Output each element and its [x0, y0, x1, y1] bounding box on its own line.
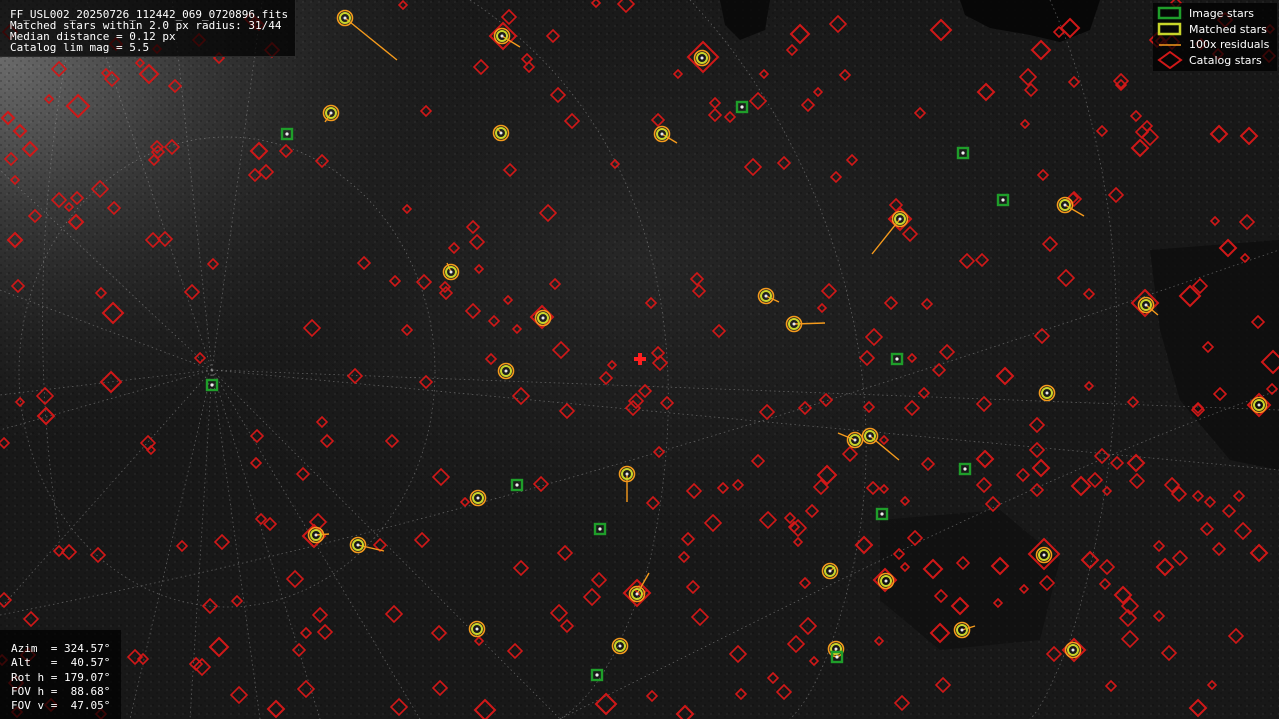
legend-image-stars: Image stars — [1153, 6, 1277, 21]
legend-catalog-stars: Catalog stars — [1153, 51, 1277, 69]
yellow-circle-icon — [307, 526, 325, 544]
yellow-circle-icon — [468, 620, 486, 638]
yellow-circle-icon — [877, 572, 895, 590]
legend-catalog-stars-label: Catalog stars — [1189, 54, 1262, 67]
orange-line-icon — [1159, 44, 1181, 46]
yellow-circle-icon — [1250, 396, 1268, 414]
legend-residuals: 100x residuals — [1153, 37, 1277, 52]
yellow-circle-icon — [846, 431, 864, 449]
yellow-circle-icon — [1038, 384, 1056, 402]
yellow-circle-icon — [336, 9, 354, 27]
legend: Image stars Matched stars 100x residuals… — [1153, 3, 1277, 71]
yellow-circle-icon — [861, 427, 879, 445]
azimuth-readout: Azim = 324.57° — [11, 642, 111, 655]
yellow-circle-icon — [349, 536, 367, 554]
yellow-circle-icon — [653, 125, 671, 143]
yellow-circle-icon — [322, 104, 340, 122]
red-diamond-icon — [1157, 51, 1183, 69]
pointing-info-box: Azim = 324.57° Alt = 40.57° Rot h = 179.… — [0, 630, 121, 719]
yellow-circle-icon — [628, 585, 646, 603]
altitude-readout: Alt = 40.57° — [11, 656, 111, 670]
yellow-circle-icon — [821, 562, 839, 580]
yellow-circle-icon — [757, 287, 775, 305]
yellow-circle-icon — [493, 27, 511, 45]
fov-v-readout: FOV v = 47.05° — [11, 699, 111, 713]
yellow-circle-icon — [1157, 22, 1182, 36]
yellow-circle-icon — [442, 263, 460, 281]
yellow-circle-icon — [693, 49, 711, 67]
yellow-circle-icon — [1064, 641, 1082, 659]
yellow-circle-icon — [469, 489, 487, 507]
fov-h-readout: FOV h = 88.68° — [11, 684, 111, 698]
legend-residuals-label: 100x residuals — [1189, 38, 1270, 51]
header-info-box: FF_USL002_20250726_112442_069_0720896.fi… — [0, 0, 296, 57]
yellow-circle-icon — [534, 309, 552, 327]
yellow-circle-icon — [1035, 546, 1053, 564]
yellow-circle-icon — [1056, 196, 1074, 214]
green-square-icon — [1157, 6, 1182, 20]
yellow-circle-icon — [492, 124, 510, 142]
residual-line — [315, 533, 330, 536]
yellow-circle-icon — [618, 465, 636, 483]
yellow-circle-icon — [891, 210, 909, 228]
rotation-readout: Rot h = 179.07° — [11, 670, 111, 684]
yellow-circle-icon — [611, 637, 629, 655]
yellow-circle-icon — [785, 315, 803, 333]
legend-matched-stars: Matched stars — [1153, 22, 1277, 37]
catalog-lim-mag: Catalog lim mag = 5.5 — [10, 41, 150, 54]
yellow-circle-icon — [953, 621, 971, 639]
yellow-circle-icon — [497, 362, 515, 380]
legend-matched-stars-label: Matched stars — [1189, 23, 1267, 36]
yellow-circle-icon — [1137, 296, 1155, 314]
legend-image-stars-label: Image stars — [1189, 7, 1254, 20]
star-field-plot — [0, 0, 1279, 719]
